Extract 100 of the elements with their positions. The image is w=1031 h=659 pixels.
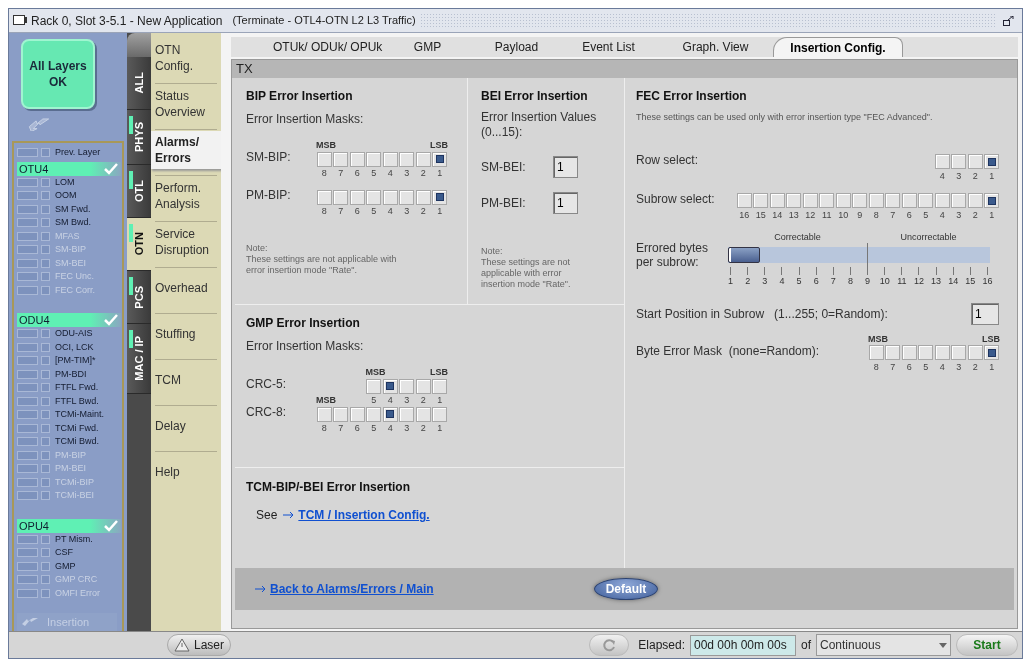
bit-checkbox[interactable] [753,193,769,208]
bit-checkbox[interactable] [868,193,884,208]
bit-checkbox[interactable] [333,406,349,422]
bit-checkbox[interactable] [316,406,332,422]
slider-thumb[interactable] [728,246,760,263]
menu-item[interactable]: Delay [151,407,219,445]
alarm-led [41,450,50,460]
bit-checkbox[interactable] [934,154,950,169]
bit-checkbox[interactable] [885,345,901,360]
layer-tab[interactable]: OTL [127,164,151,218]
bit-checkbox[interactable] [366,406,382,422]
bit-checkbox[interactable] [366,378,382,394]
layer-tab[interactable]: OTN [127,217,151,271]
bit-checkbox[interactable] [432,189,448,205]
bit-checkbox[interactable] [984,154,1000,169]
bit-number: 3 [403,394,411,406]
menu-item[interactable]: Alarms/ Errors [151,131,223,169]
menu-item[interactable]: Stuffing [151,315,219,353]
menu-item[interactable]: Service Disruption [151,223,219,261]
bit-checkbox[interactable] [967,154,983,169]
bit-checkbox[interactable] [769,193,785,208]
bit-checkbox[interactable] [835,193,851,208]
slider-track[interactable] [728,246,990,263]
tick-label: 10 [879,274,890,287]
bit-checkbox[interactable] [885,193,901,208]
bit-number: 4 [938,169,946,182]
bit-checkbox[interactable] [432,151,448,167]
field-label: CRC-8: [246,404,287,421]
bit-checkbox[interactable] [382,378,398,394]
bit-checkbox[interactable] [868,345,884,360]
menu-item[interactable]: Help [151,453,219,491]
mode-dropdown[interactable]: Continuous [816,634,951,656]
layer-tab[interactable]: PHYS [127,110,151,165]
menu-item[interactable]: Perform. Analysis [151,177,219,215]
bit-checkbox[interactable] [415,151,431,167]
number-field[interactable]: 1 [553,192,578,214]
bit-checkbox[interactable] [333,189,349,205]
menu-item[interactable]: Overhead [151,269,219,307]
bit-checkbox[interactable] [901,193,917,208]
bit-checkbox[interactable] [349,151,365,167]
bit-checkbox[interactable] [415,406,431,422]
layer-tab[interactable]: PCS [127,270,151,324]
menu-item[interactable]: Status Overview [151,85,219,123]
alarm-led [17,342,38,352]
tab[interactable]: GMP [381,37,474,57]
bit-checkbox[interactable] [432,378,448,394]
bit-checkbox[interactable] [399,189,415,205]
bit-checkbox[interactable] [852,193,868,208]
bit-checkbox[interactable] [415,189,431,205]
bit-checkbox[interactable] [984,345,1000,360]
menu-item[interactable]: OTN Config. [151,39,219,77]
bit-checkbox[interactable] [934,193,950,208]
bit-checkbox[interactable] [333,151,349,167]
number-field[interactable]: 1 [553,156,578,178]
number-field[interactable]: 1 [971,302,999,325]
bit-checkbox[interactable] [967,345,983,360]
bit-checkbox[interactable] [802,193,818,208]
refresh-icon [602,638,617,652]
bit-checkbox[interactable] [382,151,398,167]
all-layers-ok-button[interactable]: All Layers OK [21,39,95,109]
bit-checkbox[interactable] [984,193,1000,208]
start-button[interactable]: Start [956,634,1018,656]
bit-checkbox[interactable] [382,189,398,205]
bit-checkbox[interactable] [951,345,967,360]
bit-checkbox[interactable] [349,189,365,205]
bit-checkbox[interactable] [316,151,332,167]
tab[interactable]: Graph. View [658,37,773,57]
bit-checkbox[interactable] [399,151,415,167]
bit-checkbox[interactable] [736,193,752,208]
layer-tab[interactable]: ALL [127,57,151,110]
tab[interactable]: Payload [474,37,559,57]
bit-checkbox[interactable] [382,406,398,422]
bit-number: 3 [403,205,411,217]
bit-checkbox[interactable] [918,193,934,208]
layer-tab[interactable]: MAC / IP [127,323,151,394]
tab[interactable]: Insertion Config. [773,37,903,57]
bit-checkbox[interactable] [934,345,950,360]
tab[interactable]: Event List [559,37,658,57]
bit-checkbox[interactable] [349,406,365,422]
laser-button[interactable]: Laser [167,634,231,656]
bit-checkbox[interactable] [967,193,983,208]
bit-checkbox[interactable] [366,189,382,205]
tcm-link[interactable]: TCM / Insertion Config. [283,506,430,524]
bit-checkbox[interactable] [415,378,431,394]
bit-checkbox[interactable] [366,151,382,167]
elapsed-field[interactable]: 00d 00h 00m 00s [690,634,796,656]
bit-checkbox[interactable] [786,193,802,208]
bit-checkbox[interactable] [918,345,934,360]
bit-checkbox[interactable] [399,406,415,422]
bit-checkbox[interactable] [951,193,967,208]
zone-label: Correctable [773,230,822,243]
refresh-button[interactable] [589,634,630,656]
bit-checkbox[interactable] [399,378,415,394]
bit-checkbox[interactable] [316,189,332,205]
bit-checkbox[interactable] [432,406,448,422]
bit-checkbox[interactable] [951,154,967,169]
tab[interactable]: OTUk/ ODUk/ OPUk [273,37,381,57]
bit-checkbox[interactable] [901,345,917,360]
menu-item[interactable]: TCM [151,361,219,399]
bit-checkbox[interactable] [819,193,835,208]
